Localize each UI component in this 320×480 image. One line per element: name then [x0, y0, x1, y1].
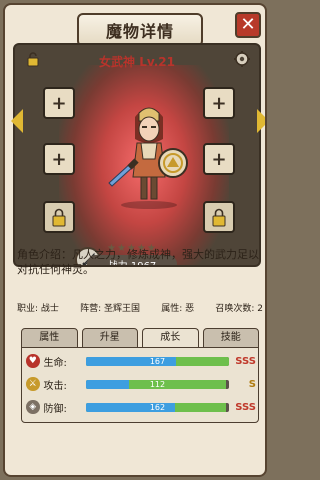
equip-slot-4[interactable]: + — [203, 143, 235, 175]
attack-bar: 112 — [86, 379, 229, 389]
tab-attributes[interactable]: 属性 — [21, 328, 78, 348]
title-bar: 魔物详情 — [77, 13, 203, 47]
hero-name: 女武神 Lv.21 — [99, 55, 175, 69]
summon-count-label: 召唤次数: 2 — [215, 304, 263, 314]
hp-bar: 167 — [86, 356, 229, 366]
close-button[interactable]: ✕ — [235, 12, 261, 38]
hp-grade: SSS — [235, 355, 256, 367]
equip-slot-3[interactable]: + — [203, 87, 235, 119]
hero-info-row: 职业: 战士 阵营: 圣辉王国 属性: 恶 召唤次数: 2 — [17, 301, 263, 314]
sword-icon: ⚔ — [26, 377, 40, 391]
hero-figure — [108, 107, 188, 209]
equip-slot-2[interactable]: + — [43, 143, 75, 175]
next-arrow[interactable] — [257, 109, 265, 133]
tab-bar: 属性 升星 成长 技能 — [21, 328, 259, 348]
attack-grade: S — [248, 378, 256, 390]
equip-slot-1[interactable]: + — [43, 87, 75, 119]
heart-icon: ♥ — [26, 354, 40, 368]
lock-icon — [52, 208, 66, 227]
locked-slot-2[interactable] — [203, 201, 235, 233]
defense-bar: 162 — [86, 402, 229, 412]
stat-row-hp: ♥ 生命: 167 SSS — [26, 354, 256, 369]
class-label: 职业: 战士 — [17, 304, 59, 314]
shield-icon: ◈ — [26, 400, 40, 414]
faction-label: 阵营: 圣辉王国 — [80, 304, 141, 314]
lock-icon — [212, 208, 226, 227]
tab-star-up[interactable]: 升星 — [81, 328, 138, 348]
attribute-label: 属性: 恶 — [161, 304, 195, 314]
stat-row-attack: ⚔ 攻击: 112 S — [26, 377, 256, 392]
stat-row-defense: ◈ 防御: 162 SSS — [26, 400, 256, 415]
hero-description: 角色介绍：凡人之力，修炼成神，强大的武力足以对抗任何神灵。 — [17, 248, 259, 276]
hero-stage: 女武神 Lv.21 + + + + ★★★★★ 战力 1967 — [13, 43, 261, 267]
defense-grade: SSS — [235, 401, 256, 413]
growth-stats: ♥ 生命: 167 SSS ⚔ 攻击: 112 S ◈ 防御: 162 SSS — [21, 347, 259, 423]
tab-growth[interactable]: 成长 — [142, 328, 199, 348]
detail-panel: 魔物详情 ✕ 女武神 Lv.21 + + + + ★★★★★ 战力 1967 角… — [3, 3, 267, 477]
locked-slot-1[interactable] — [43, 201, 75, 233]
prev-arrow[interactable] — [11, 109, 23, 133]
tab-skills[interactable]: 技能 — [202, 328, 259, 348]
page-title: 魔物详情 — [105, 22, 174, 41]
gear-icon[interactable] — [233, 50, 251, 68]
